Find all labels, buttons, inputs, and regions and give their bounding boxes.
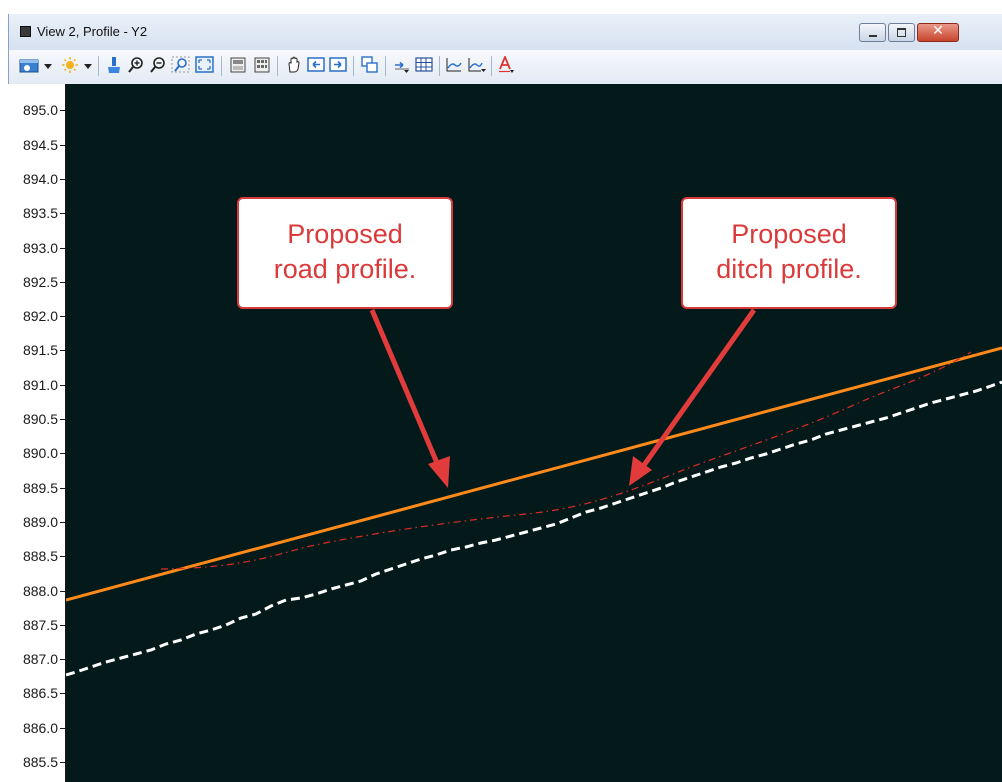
- view-next-icon[interactable]: [329, 56, 347, 74]
- road-profile-line: [66, 346, 1002, 602]
- zoom-out-icon[interactable]: [149, 56, 167, 74]
- callout-line-2: ditch profile.: [716, 254, 862, 284]
- update-view-icon[interactable]: [105, 56, 123, 74]
- maximize-button[interactable]: [888, 23, 915, 42]
- elevation-label: 891.5: [22, 342, 58, 359]
- title-bar[interactable]: View 2, Profile - Y2 ✕: [9, 14, 1002, 50]
- elevation-ruler: 895.5895.0894.5894.0893.5893.0892.5892.0…: [8, 84, 66, 782]
- callout-line-1: Proposed: [731, 219, 847, 249]
- profile-grid-icon[interactable]: [415, 56, 433, 74]
- road-callout-arrow: [369, 309, 450, 488]
- elevation-label: 889.5: [22, 479, 58, 496]
- elevation-label: 888.5: [22, 548, 58, 565]
- callout-line-1: Proposed: [287, 219, 403, 249]
- elevation-label: 886.0: [22, 719, 58, 736]
- elevation-label: 886.5: [22, 685, 58, 702]
- close-button[interactable]: ✕: [917, 23, 959, 42]
- elevation-label: 885.5: [22, 754, 58, 770]
- text-style-icon[interactable]: [497, 56, 515, 74]
- elevation-label: 892.5: [22, 273, 58, 290]
- minimize-button[interactable]: [859, 23, 886, 42]
- ditch-profile-callout: Proposed ditch profile.: [681, 197, 897, 309]
- existing-ground-line: [66, 380, 1002, 677]
- window-title: View 2, Profile - Y2: [37, 24, 148, 39]
- view-previous-icon[interactable]: [307, 56, 325, 74]
- view-settings-icon[interactable]: [253, 56, 271, 74]
- close-icon: ✕: [932, 23, 944, 39]
- elevation-label: 893.0: [22, 239, 58, 256]
- toolbar-separator: [385, 56, 386, 76]
- toolbar-separator: [439, 56, 440, 76]
- elevation-label: 890.0: [22, 445, 58, 462]
- dropdown-arrow-icon[interactable]: [83, 56, 93, 74]
- road-profile-callout: Proposed road profile.: [237, 197, 453, 309]
- zoom-in-icon[interactable]: [127, 56, 145, 74]
- elevation-label: 890.5: [22, 411, 58, 427]
- view-attributes-icon[interactable]: [19, 56, 41, 74]
- elevation-label: 891.0: [22, 376, 58, 393]
- profile-tools-icon[interactable]: [467, 56, 487, 74]
- ditch-profile-line: [160, 351, 972, 570]
- toolbar-separator: [491, 56, 492, 76]
- ditch-callout-arrow: [629, 308, 757, 486]
- dropdown-arrow-icon[interactable]: [43, 56, 53, 74]
- window-icon: [20, 26, 31, 37]
- copy-view-icon[interactable]: [361, 56, 379, 74]
- callout-line-2: road profile.: [273, 254, 417, 284]
- display-style-icon[interactable]: [59, 56, 81, 74]
- profile-elevation-icon[interactable]: [445, 56, 463, 74]
- view-rotation-icon[interactable]: [229, 56, 247, 74]
- toolbar-separator: [277, 56, 278, 76]
- elevation-label: 892.0: [22, 308, 58, 325]
- elevation-label: 894.5: [22, 136, 58, 153]
- elevation-label: 895.0: [22, 102, 58, 119]
- profile-lines: [66, 308, 1002, 677]
- elevation-label: 888.0: [22, 582, 58, 599]
- elevation-label: 889.0: [22, 513, 58, 530]
- profile-plot-area[interactable]: [66, 84, 1002, 782]
- view-toolbar: [9, 50, 1002, 84]
- elevation-label: 887.0: [22, 651, 58, 668]
- pan-view-icon[interactable]: [285, 56, 303, 74]
- toolbar-separator: [98, 56, 99, 76]
- minimize-icon: [869, 35, 877, 37]
- toolbar-separator: [353, 56, 354, 76]
- maximize-icon: [897, 28, 906, 37]
- elevation-label: 894.0: [22, 170, 58, 187]
- elevation-label: 893.5: [22, 205, 58, 222]
- fit-view-icon[interactable]: [195, 56, 215, 74]
- profile-annotate-icon[interactable]: [393, 56, 411, 74]
- window-area-icon[interactable]: [171, 56, 191, 74]
- elevation-label: 887.5: [22, 616, 58, 633]
- toolbar-separator: [221, 56, 222, 76]
